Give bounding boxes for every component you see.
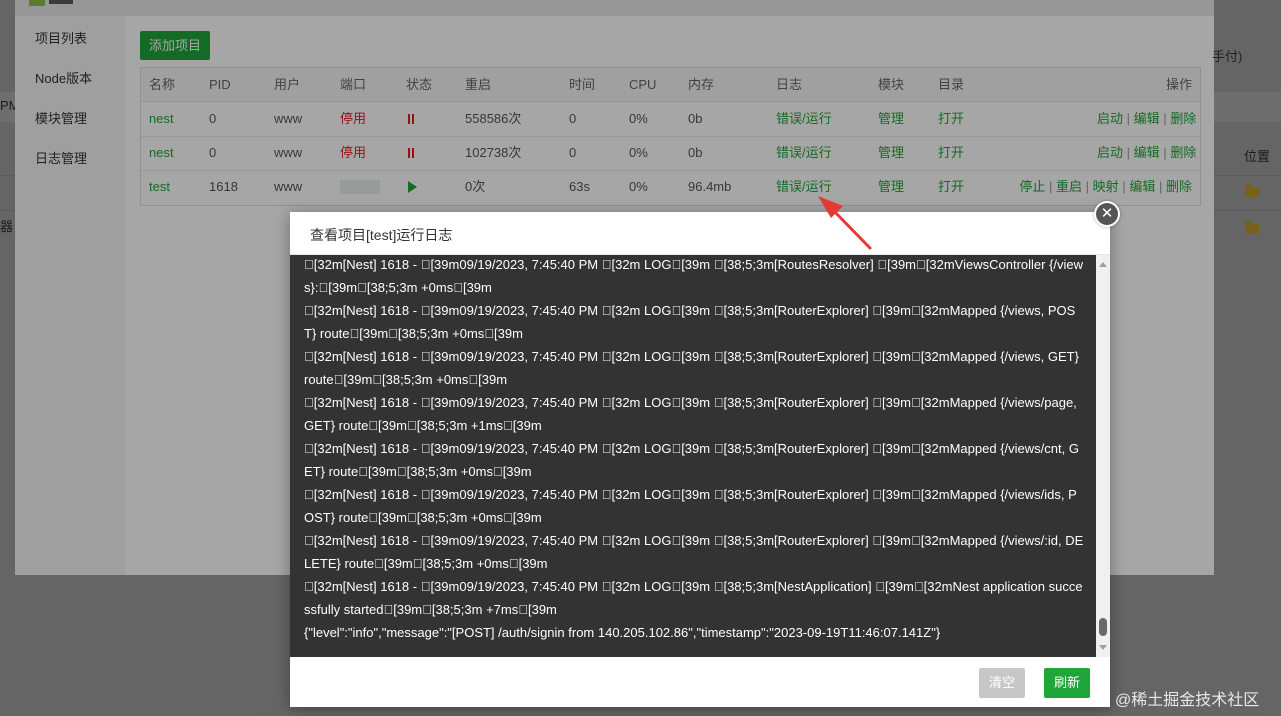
watermark: @稀土掘金技术社区 (1115, 692, 1260, 709)
annotation-arrow-icon (818, 196, 872, 250)
